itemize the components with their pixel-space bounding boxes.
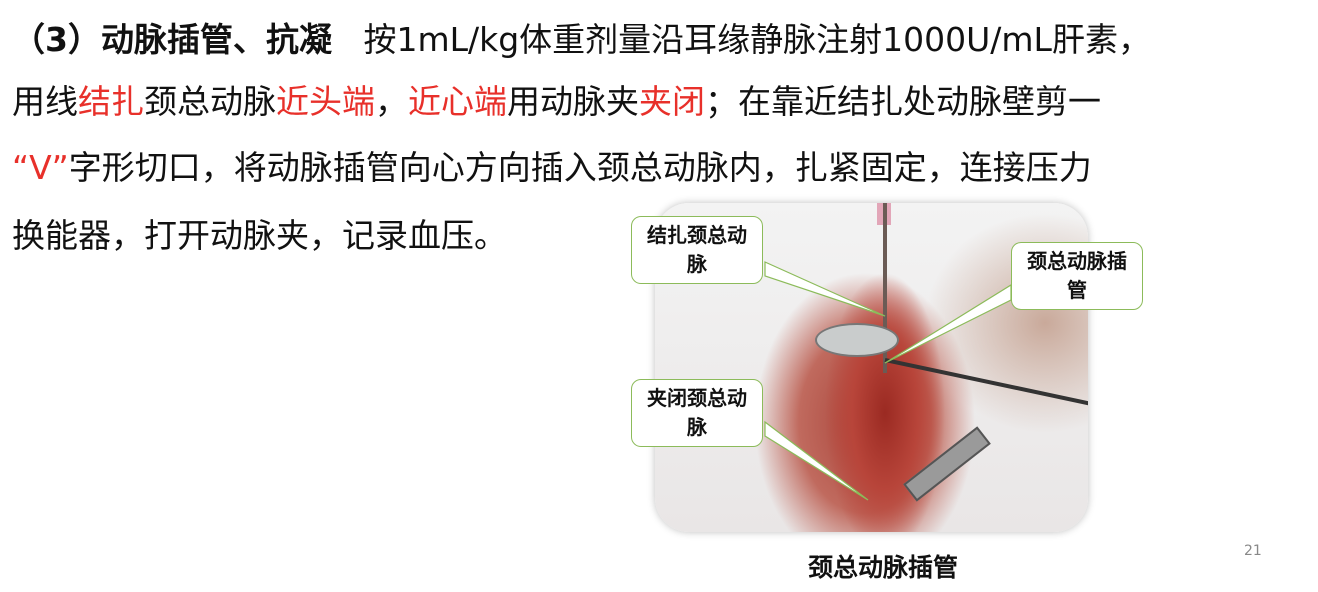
paragraph-line-2: 用线结扎颈总动脉近头端，近心端用动脉夹夹闭；在靠近结扎处动脉壁剪一 (12, 80, 1101, 124)
text: 用动脉夹 (507, 82, 639, 121)
highlight-text: “V” (12, 148, 69, 187)
text: 颈总动脉 (144, 82, 276, 121)
highlight-text: 近心端 (408, 82, 507, 121)
text: 按1mL/kg体重剂量沿耳缘静脉注射1000U/mL肝素， (363, 20, 1151, 59)
text: 用线 (12, 82, 78, 121)
highlight-text: 近头端 (276, 82, 375, 121)
text: ；在靠近结扎处动脉壁剪一 (705, 82, 1101, 121)
retractor-blade (815, 323, 899, 357)
figure-caption: 颈总动脉插管 (808, 553, 959, 582)
paragraph-line-1: （3）动脉插管、抗凝 按1mL/kg体重剂量沿耳缘静脉注射1000U/mL肝素， (12, 18, 1151, 62)
page-number: 21 (1244, 543, 1262, 559)
text: ， (375, 82, 408, 121)
artery-clamp (903, 426, 991, 502)
callout-ligate: 结扎颈总动脉 (631, 216, 763, 284)
highlight-text: 夹闭 (639, 82, 705, 121)
forceps (884, 358, 1088, 406)
section-heading: （3）动脉插管、抗凝 (12, 20, 332, 59)
paragraph-line-4: 换能器，打开动脉夹，记录血压。 (12, 216, 507, 255)
callout-clamp: 夹闭颈总动脉 (631, 379, 763, 447)
highlight-text: 结扎 (78, 82, 144, 121)
callout-cannula: 颈总动脉插管 (1011, 242, 1143, 310)
text: 字形切口，将动脉插管向心方向插入颈总动脉内，扎紧固定，连接压力 (68, 148, 1092, 187)
paragraph-line-3: “V”字形切口，将动脉插管向心方向插入颈总动脉内，扎紧固定，连接压力 (12, 146, 1092, 190)
